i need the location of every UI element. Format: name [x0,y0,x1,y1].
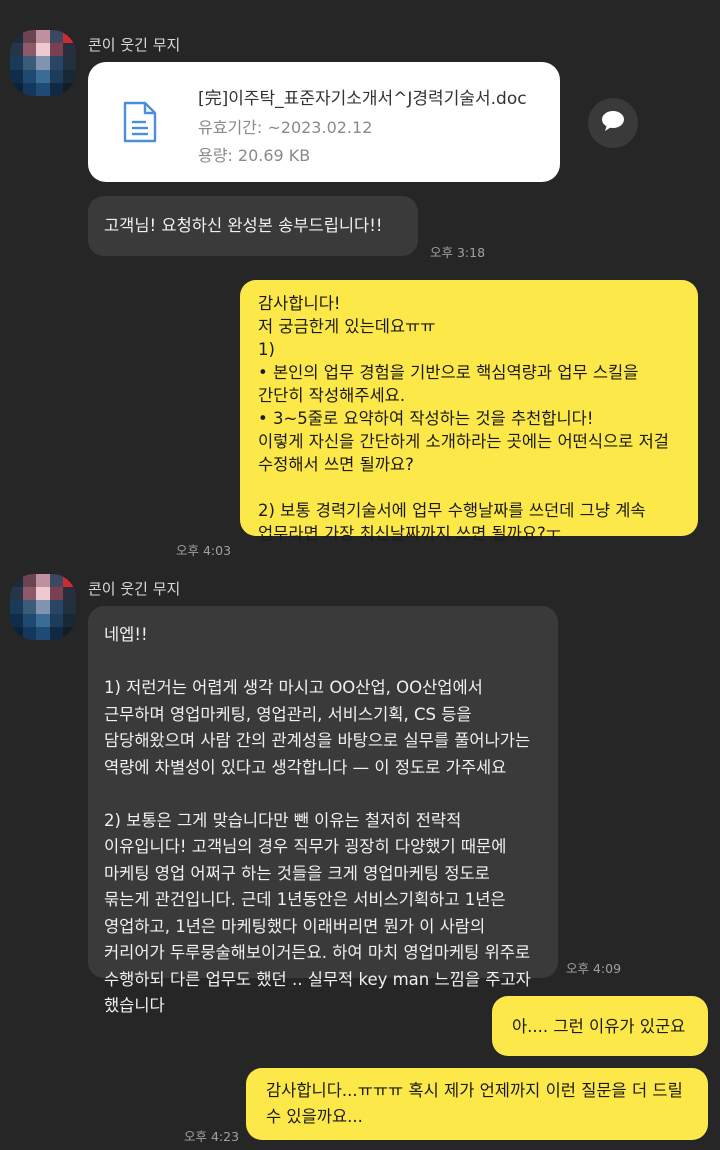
sender-name: 콘이 웃긴 무지 [88,36,181,54]
avatar[interactable] [10,574,76,640]
file-attachment-card[interactable]: [完]이주탁_표준자기소개서^J경력기술서.doc 유효기간: ~2023.02… [88,62,560,182]
sender-name: 콘이 웃긴 무지 [88,580,181,598]
file-size: 용량: 20.69 KB [198,146,311,165]
message-time: 오후 4:03 [176,543,232,558]
document-icon [122,100,158,148]
incoming-message[interactable]: 고객님! 요청하신 완성본 송부드립니다!! [88,196,418,256]
outgoing-message[interactable]: 아.... 그런 이유가 있군요 [492,996,708,1056]
avatar[interactable] [10,30,76,96]
share-button[interactable] [588,98,638,148]
file-name: [完]이주탁_표준자기소개서^J경력기술서.doc [198,89,527,109]
outgoing-message[interactable]: 감사합니다...ㅠㅠㅠ 혹시 제가 언제까지 이런 질문을 더 드릴 수 있을까… [246,1068,708,1140]
message-time: 오후 4:23 [184,1129,240,1144]
speech-bubble-icon [601,110,625,136]
message-time: 오후 4:09 [566,961,622,976]
message-time: 오후 3:18 [430,245,486,260]
file-expiry: 유효기간: ~2023.02.12 [198,118,373,137]
outgoing-message[interactable]: 감사합니다! 저 궁금한게 있는데요ㅠㅠ 1) • 본인의 업무 경험을 기반으… [240,280,698,543]
incoming-message[interactable]: 네엡!! 1) 저런거는 어렵게 생각 마시고 OO산업, OO산업에서 근무하… [88,606,558,1015]
